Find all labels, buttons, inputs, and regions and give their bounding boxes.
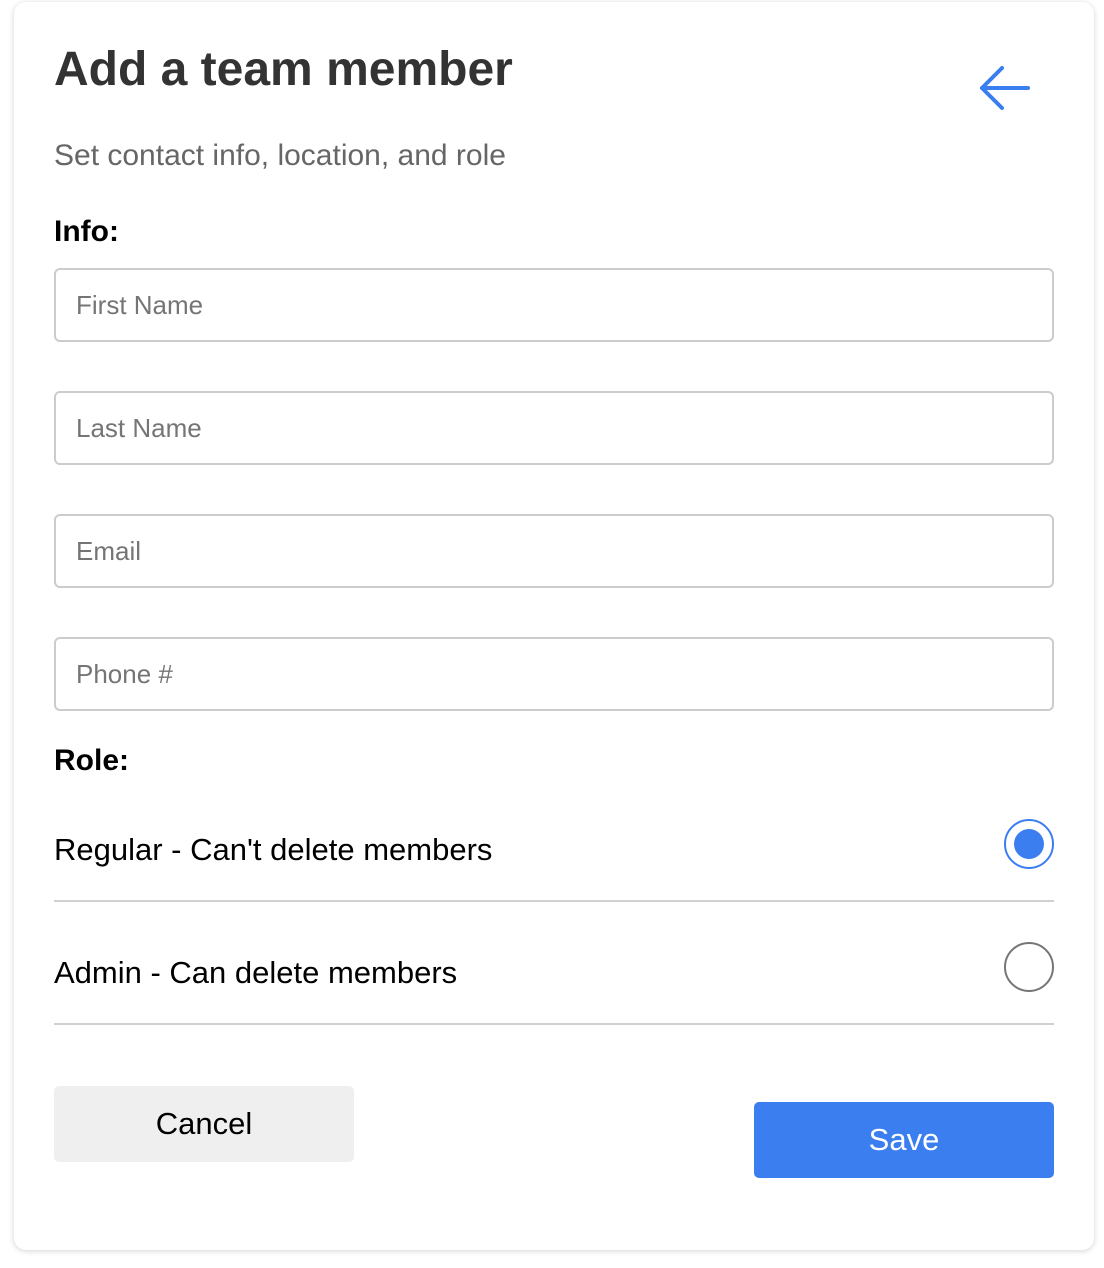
back-button[interactable] — [970, 56, 1034, 120]
last-name-input[interactable] — [54, 391, 1054, 465]
role-option-admin[interactable]: Admin - Can delete members — [54, 903, 1054, 1025]
role-section-label: Role: — [54, 744, 129, 777]
role-radio-regular[interactable] — [1004, 819, 1054, 869]
role-option-label: Admin - Can delete members — [54, 955, 458, 990]
role-radio-admin[interactable] — [1004, 942, 1054, 992]
cancel-button[interactable]: Cancel — [54, 1086, 354, 1162]
email-input[interactable] — [54, 514, 1054, 588]
role-option-label: Regular - Can't delete members — [54, 832, 493, 867]
page-title: Add a team member — [54, 43, 513, 96]
add-team-member-card: Add a team member Set contact info, loca… — [14, 2, 1094, 1250]
info-section-label: Info: — [54, 215, 119, 248]
page-subtitle: Set contact info, location, and role — [54, 139, 506, 172]
role-option-regular[interactable]: Regular - Can't delete members — [54, 780, 1054, 902]
phone-input[interactable] — [54, 637, 1054, 711]
save-button[interactable]: Save — [754, 1102, 1054, 1178]
first-name-input[interactable] — [54, 268, 1054, 342]
arrow-left-icon — [970, 56, 1034, 120]
